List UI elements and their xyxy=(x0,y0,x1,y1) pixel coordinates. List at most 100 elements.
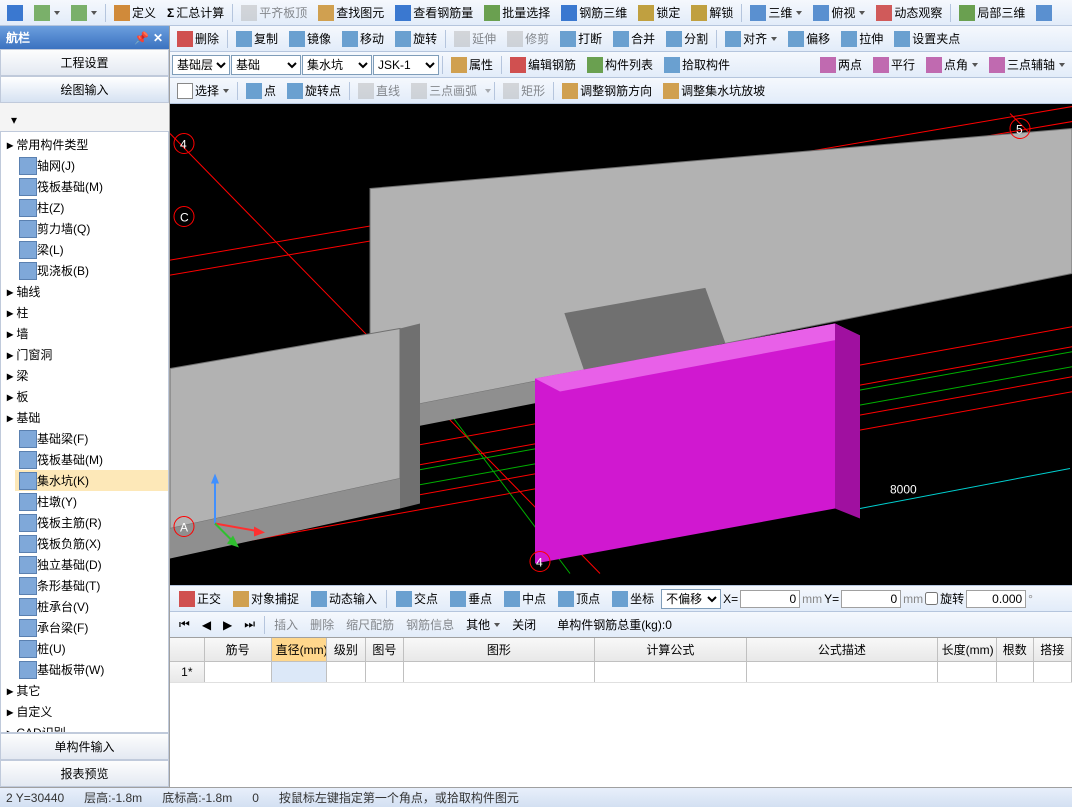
define-button[interactable]: 定义 xyxy=(109,1,161,24)
stretch-button[interactable]: 拉伸 xyxy=(836,27,888,50)
align-button[interactable]: 对齐 xyxy=(720,27,782,50)
edit-rebar-button[interactable]: 编辑钢筋 xyxy=(505,53,581,76)
save-icon[interactable] xyxy=(2,2,28,24)
set-grip-button[interactable]: 设置夹点 xyxy=(889,27,965,50)
point-button[interactable]: 点 xyxy=(241,79,281,102)
grid-cell[interactable] xyxy=(205,662,272,682)
find-element-button[interactable]: 查找图元 xyxy=(313,1,389,24)
delete-button[interactable]: 删除 xyxy=(172,27,224,50)
snap-coord[interactable]: 坐标 xyxy=(607,587,659,610)
sum-calc-button[interactable]: Σ 汇总计算 xyxy=(162,1,229,24)
grid-cell[interactable] xyxy=(595,662,748,682)
grid-header[interactable]: 搭接 xyxy=(1034,638,1072,661)
tree-item[interactable]: 现浇板(B) xyxy=(15,260,168,281)
select-button[interactable]: 选择 xyxy=(172,79,234,102)
tree-item[interactable]: 基础梁(F) xyxy=(15,428,168,449)
tree-item[interactable]: 筏板负筋(X) xyxy=(15,533,168,554)
mirror-button[interactable]: 镜像 xyxy=(284,27,336,50)
grid-header[interactable]: 计算公式 xyxy=(595,638,748,661)
nav-first-icon[interactable]: ⏮ xyxy=(174,614,195,635)
tree-item[interactable]: 筏板基础(M) xyxy=(15,449,168,470)
point-angle-button[interactable]: 点角 xyxy=(921,53,983,76)
tab-report-preview[interactable]: 报表预览 xyxy=(0,760,169,787)
member-tree[interactable]: ▸ 常用构件类型 轴网(J) 筏板基础(M) 柱(Z)剪力墙(Q)梁(L)现浇板(B… xyxy=(0,131,169,733)
split-button[interactable]: 分割 xyxy=(661,27,713,50)
break-button[interactable]: 打断 xyxy=(555,27,607,50)
tree-item[interactable]: 桩承台(V) xyxy=(15,596,168,617)
grid-header[interactable] xyxy=(170,638,205,661)
tree-expand-icon[interactable]: ▾ xyxy=(2,111,26,129)
unlock-button[interactable]: 解锁 xyxy=(686,1,738,24)
tree-category[interactable]: ▸ 门窗洞 xyxy=(1,344,168,365)
rotate-button[interactable]: 旋转 xyxy=(390,27,442,50)
snap-vertex[interactable]: 顶点 xyxy=(553,587,605,610)
view-top-button[interactable]: 俯视 xyxy=(808,1,870,24)
tree-category[interactable]: ▸ 柱 xyxy=(1,302,168,323)
rebar-3d-button[interactable]: 钢筋三维 xyxy=(556,1,632,24)
nav-prev-icon[interactable]: ◀ xyxy=(197,615,216,635)
category-select[interactable]: 基础 xyxy=(231,55,301,75)
copy-button[interactable]: 复制 xyxy=(231,27,283,50)
adjust-sump-slope-button[interactable]: 调整集水坑放坡 xyxy=(658,79,770,102)
view-rebar-qty-button[interactable]: 查看钢筋量 xyxy=(390,1,478,24)
close-rebar-button[interactable]: 关闭 xyxy=(507,613,541,636)
tab-project-settings[interactable]: 工程设置 xyxy=(0,49,169,76)
ortho-toggle[interactable]: 正交 xyxy=(174,587,226,610)
grid-header[interactable]: 长度(mm) xyxy=(938,638,997,661)
pick-member-button[interactable]: 拾取构件 xyxy=(659,53,735,76)
grid-header[interactable]: 直径(mm) xyxy=(272,638,328,661)
tree-item[interactable]: 承台梁(F) xyxy=(15,617,168,638)
move-button[interactable]: 移动 xyxy=(337,27,389,50)
grid-cell[interactable] xyxy=(366,662,404,682)
tab-single-member[interactable]: 单构件输入 xyxy=(0,733,169,760)
local-3d-button[interactable]: 局部三维 xyxy=(954,1,1030,24)
osnap-toggle[interactable]: 对象捕捉 xyxy=(228,587,304,610)
adjust-rebar-dir-button[interactable]: 调整钢筋方向 xyxy=(557,79,657,102)
tree-item[interactable]: 剪力墙(Q) xyxy=(15,218,168,239)
grid-cell[interactable] xyxy=(1034,662,1072,682)
grid-cell[interactable]: 1* xyxy=(170,662,205,682)
tree-item[interactable]: 筏板主筋(R) xyxy=(15,512,168,533)
grid-cell[interactable] xyxy=(747,662,938,682)
parallel-button[interactable]: 平行 xyxy=(868,53,920,76)
undo-icon[interactable] xyxy=(29,2,65,24)
tree-item[interactable]: 轴网(J) xyxy=(15,155,168,176)
batch-select-button[interactable]: 批量选择 xyxy=(479,1,555,24)
tree-category[interactable]: ▸ 墙 xyxy=(1,323,168,344)
extra-icon[interactable] xyxy=(1031,2,1057,24)
member-list-button[interactable]: 构件列表 xyxy=(582,53,658,76)
tree-item[interactable]: 基础板带(W) xyxy=(15,659,168,680)
three-aux-button[interactable]: 三点辅轴 xyxy=(984,53,1070,76)
redo-icon[interactable] xyxy=(66,2,102,24)
dyn-input-toggle[interactable]: 动态输入 xyxy=(306,587,382,610)
offset-mode-select[interactable]: 不偏移 xyxy=(661,589,721,609)
x-input[interactable] xyxy=(740,590,800,608)
rebar-grid[interactable]: 筋号直径(mm)级别图号图形计算公式公式描述长度(mm)根数搭接 1* xyxy=(170,637,1072,787)
tree-category[interactable]: ▸ CAD识别 xyxy=(1,722,168,733)
snap-cross[interactable]: 交点 xyxy=(391,587,443,610)
rotate-input[interactable] xyxy=(966,590,1026,608)
rotate-checkbox[interactable] xyxy=(925,592,938,605)
offset-button[interactable]: 偏移 xyxy=(783,27,835,50)
tree-item[interactable]: 柱(Z) xyxy=(15,197,168,218)
grid-header[interactable]: 筋号 xyxy=(205,638,272,661)
close-icon[interactable]: ✕ xyxy=(153,31,163,45)
tree-category[interactable]: ▸ 基础 xyxy=(1,407,168,428)
other-button[interactable]: 其他 xyxy=(461,613,505,636)
tree-section-common[interactable]: ▸ 常用构件类型 xyxy=(1,134,168,155)
grid-cell[interactable] xyxy=(938,662,997,682)
lock-button[interactable]: 锁定 xyxy=(633,1,685,24)
pin-icon[interactable]: 📌 xyxy=(134,31,149,45)
tree-category[interactable]: ▸ 其它 xyxy=(1,680,168,701)
member-select[interactable]: JSK-1 xyxy=(373,55,439,75)
rotate-point-button[interactable]: 旋转点 xyxy=(282,79,346,102)
tree-item[interactable]: 梁(L) xyxy=(15,239,168,260)
type-select[interactable]: 集水坑 xyxy=(302,55,372,75)
grid-header[interactable]: 图号 xyxy=(366,638,404,661)
3d-viewport[interactable]: 8000 xyxy=(170,104,1072,585)
tree-item[interactable]: 柱墩(Y) xyxy=(15,491,168,512)
grid-header[interactable]: 图形 xyxy=(404,638,595,661)
tree-item[interactable]: 集水坑(K) xyxy=(15,470,168,491)
dynamic-view-button[interactable]: 动态观察 xyxy=(871,1,947,24)
nav-next-icon[interactable]: ▶ xyxy=(218,615,237,635)
